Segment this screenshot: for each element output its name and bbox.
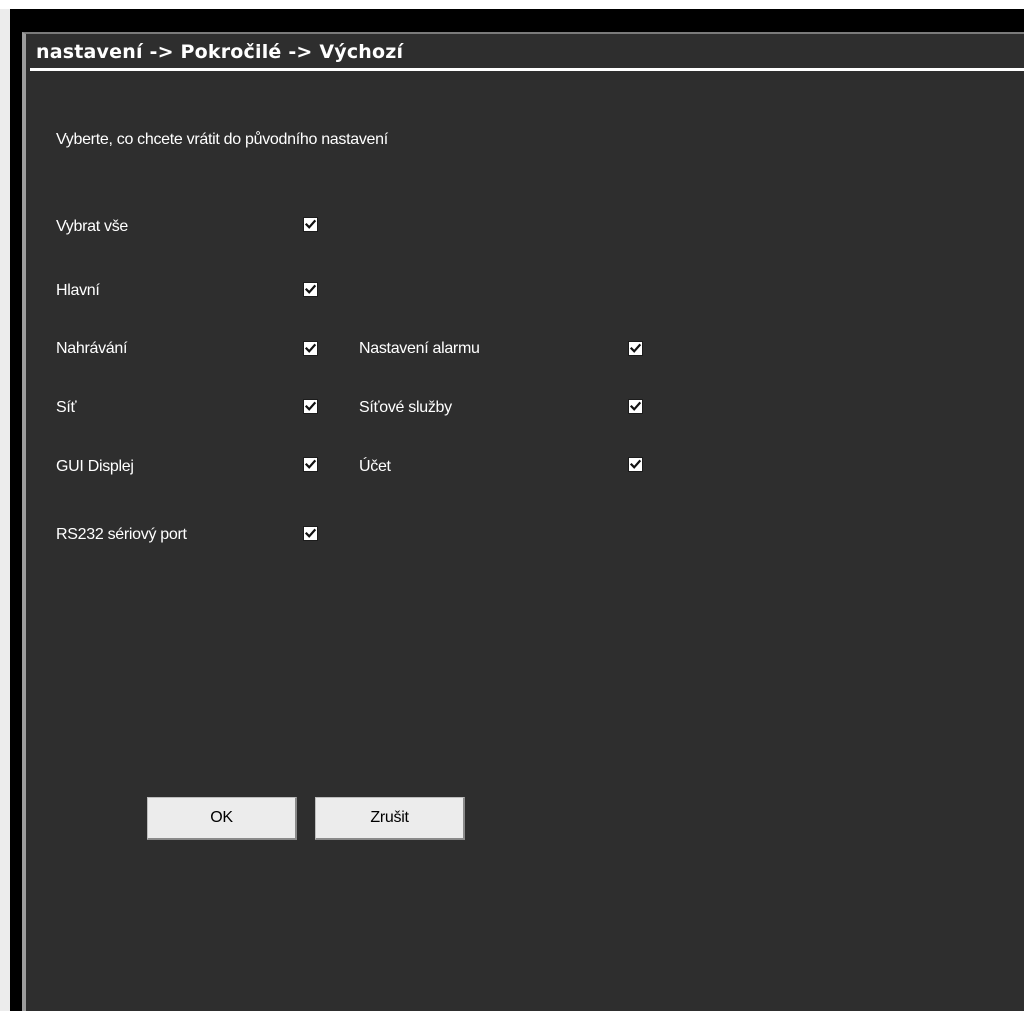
network-checkbox[interactable] [303,399,318,414]
account-label: Účet [359,458,391,475]
select-all-label: Vybrat vše [56,218,128,235]
instruction-text: Vyberte, co chcete vrátit do původního n… [56,131,388,148]
rs232-checkbox[interactable] [303,526,318,541]
breadcrumb-title: nastavení -> Pokročilé -> Výchozí [36,41,404,63]
network-services-checkbox[interactable] [628,399,643,414]
network-services-label: Síťové služby [359,399,452,416]
gui-display-label: GUI Displej [56,458,134,475]
recording-label: Nahrávání [56,340,128,357]
title-underline [30,68,1024,71]
checkmark-icon [304,401,317,411]
checkmark-icon [304,459,317,469]
main-label: Hlavní [56,282,100,299]
top-strip [0,0,1024,9]
alarm-settings-checkbox[interactable] [628,341,643,356]
alarm-settings-label: Nastavení alarmu [359,340,480,357]
checkmark-icon [629,343,642,353]
left-edge [0,9,10,1011]
checkmark-icon [629,459,642,469]
checkmark-icon [304,343,317,353]
checkmark-icon [304,284,317,294]
checkmark-icon [304,219,317,229]
settings-panel [22,32,1024,1011]
select-all-checkbox[interactable] [303,217,318,232]
main-checkbox[interactable] [303,282,318,297]
cancel-button[interactable]: Zrušit [315,797,465,840]
checkmark-icon [304,528,317,538]
gui-display-checkbox[interactable] [303,457,318,472]
ok-button[interactable]: OK [147,797,297,840]
recording-checkbox[interactable] [303,341,318,356]
account-checkbox[interactable] [628,457,643,472]
rs232-label: RS232 sériový port [56,526,187,543]
network-label: Síť [56,399,77,416]
checkmark-icon [629,401,642,411]
